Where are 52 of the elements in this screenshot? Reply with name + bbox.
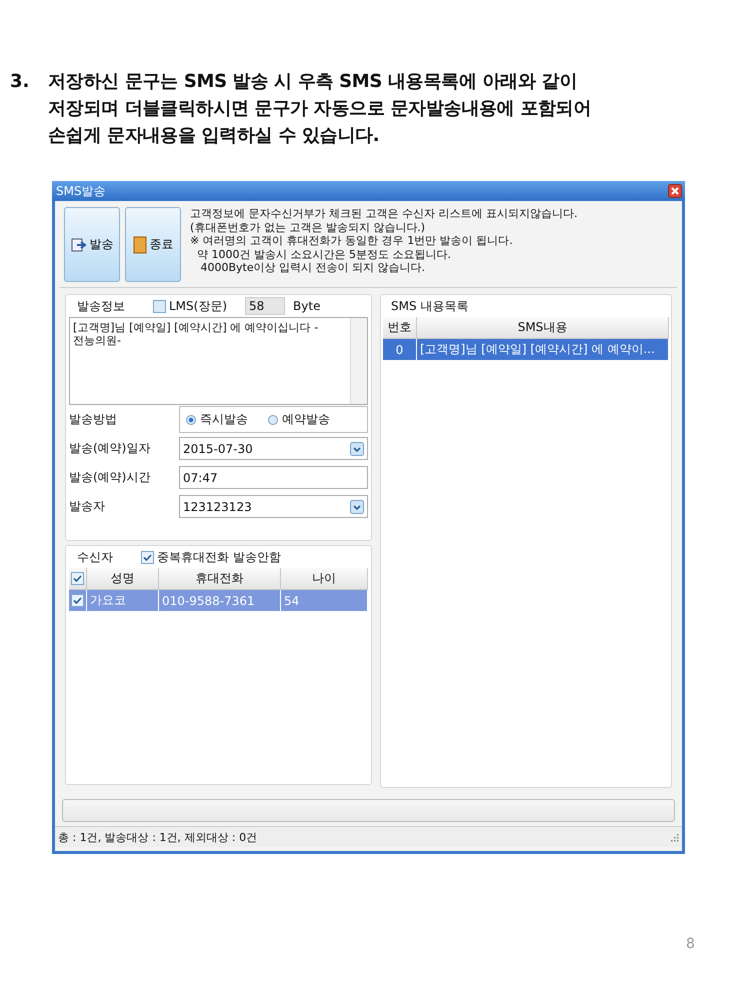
- select-all-checkbox[interactable]: [71, 572, 84, 585]
- column-header[interactable]: 나이: [281, 568, 368, 590]
- notice-text: 약 1000건 발송시 소요시간은 5분정도 소요됩니다.: [196, 248, 452, 261]
- radio-button[interactable]: [268, 414, 278, 424]
- column-header[interactable]: 성명: [87, 568, 159, 590]
- table-cell: 0: [383, 339, 417, 360]
- door-icon: [132, 236, 146, 254]
- heading-text: 저장되며 더블클릭하시면 문구가 자동으로 문자발송내용에 포함되어: [48, 97, 592, 121]
- send-button[interactable]: 발송: [64, 207, 120, 282]
- notice-text: 고객정보에 문자수신거부가 체크된 고객은 수신자 리스트에 표시되지않습니다.: [190, 207, 578, 220]
- dropdown-field[interactable]: 123123123: [179, 495, 368, 518]
- panel-title: 수신자: [76, 548, 113, 566]
- table-cell: 010-9588-7361: [159, 590, 281, 611]
- checkbox[interactable]: [153, 300, 166, 312]
- close-icon[interactable]: [668, 184, 682, 198]
- radio-label: 예약발송: [282, 411, 330, 428]
- table-cell: 가요코: [87, 590, 159, 611]
- radio-button[interactable]: [186, 414, 196, 424]
- table-cell: 54: [281, 590, 368, 611]
- radio-label: 즉시발송: [200, 411, 248, 428]
- notice-text: 4000Byte이상 입력시 전송이 되지 않습니다.: [199, 261, 426, 274]
- send-icon: [70, 236, 86, 252]
- checkbox-label: LMS(장문): [169, 298, 228, 314]
- message-field[interactable]: [고객명]님 [예약일] [예약시간] 에 예약이십니다 - 전능의원-: [69, 317, 368, 405]
- notice-text: (휴대폰번호가 없는 고객은 발송되지 않습니다.): [190, 220, 426, 234]
- byte-count-field: 58: [245, 297, 286, 315]
- resize-grip-icon[interactable]: [669, 832, 679, 842]
- page-number: 8: [686, 936, 695, 952]
- dropdown-field[interactable]: 2015-07-30: [179, 437, 368, 460]
- field-label: 발송자: [69, 498, 106, 515]
- heading-text: 저장하신 문구는 SMS 발송 시 우측 SMS 내용목록에 아래와 같이: [48, 70, 578, 94]
- row-checkbox[interactable]: [71, 594, 84, 607]
- heading-text: 손쉽게 문자내용을 입력하실 수 있습니다.: [48, 124, 380, 148]
- column-header[interactable]: 휴대전화: [159, 568, 281, 590]
- field-label: 발송방법: [69, 411, 118, 428]
- column-header[interactable]: SMS내용: [417, 317, 669, 339]
- exit-button[interactable]: 종료: [125, 207, 181, 282]
- panel-title: SMS 내용목록: [390, 298, 468, 314]
- window-title: SMS발송: [56, 182, 106, 200]
- field-label: 발송(예약)일자: [69, 440, 152, 457]
- table-cell: [고객명]님 [예약일] [예약시간] 에 예약이...: [417, 339, 669, 360]
- column-header[interactable]: 번호: [383, 317, 417, 339]
- status-text: 총 : 1건, 발송대상 : 1건, 제외대상 : 0건: [58, 830, 258, 844]
- checkbox-label: 중복휴대전화 발송안함: [157, 548, 281, 566]
- checkbox[interactable]: [141, 550, 154, 564]
- time-field[interactable]: 07:47: [179, 466, 368, 489]
- panel-title: 발송정보: [76, 298, 125, 314]
- scrollbar[interactable]: [350, 318, 367, 404]
- field-label: 발송(예약)시간: [69, 469, 152, 486]
- byte-unit: Byte: [293, 299, 320, 313]
- list-number: 3.: [10, 70, 30, 94]
- notice-text: ※ 여러명의 고객이 휴대전화가 동일한 경우 1번만 발송이 됩니다.: [190, 234, 514, 248]
